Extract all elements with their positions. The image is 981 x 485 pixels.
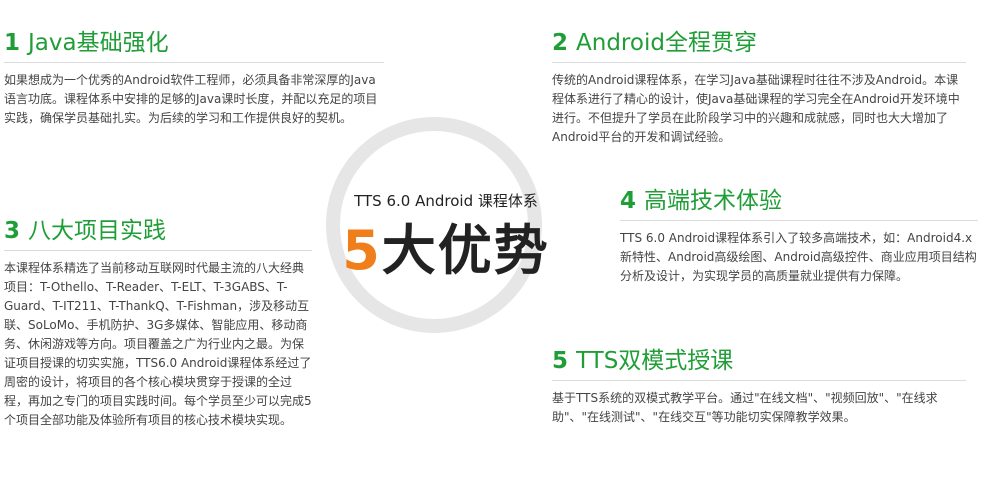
section-number: 2: [552, 30, 569, 56]
section-text: TTS 6.0 Android课程体系引入了较多高端技术，如：Android4.…: [620, 231, 977, 283]
section-title: Java基础强化: [28, 30, 169, 56]
section-text: 如果想成为一个优秀的Android软件工程师，必须具备非常深厚的Java语言功底…: [4, 73, 378, 125]
section-android-throughout: 2 Android全程贯穿 传统的Android课程体系，在学习Java基础课程时…: [552, 28, 966, 147]
section-java-basics: 1 Java基础强化 如果想成为一个优秀的Android软件工程师，必须具备非常深…: [4, 28, 384, 128]
section-advanced-tech: 4 高端技术体验 TTS 6.0 Android课程体系引入了较多高端技术，如：A…: [620, 186, 978, 286]
headline-text: 大优势: [381, 219, 550, 282]
section-title: Android全程贯穿: [576, 30, 757, 56]
section-title: 八大项目实践: [28, 218, 167, 244]
section-number: 4: [620, 188, 637, 214]
section-text: 本课程体系精选了当前移动互联网时代最主流的八大经典项目：T-Othello、T-…: [4, 261, 312, 427]
section-number: 1: [4, 30, 21, 56]
center-headline: 5大优势: [336, 218, 556, 284]
section-heading: 1 Java基础强化: [4, 28, 384, 63]
section-heading: 2 Android全程贯穿: [552, 28, 966, 63]
section-text: 传统的Android课程体系，在学习Java基础课程时往往不涉及Android。…: [552, 73, 960, 144]
section-heading: 3 八大项目实践: [4, 216, 312, 251]
section-eight-projects: 3 八大项目实践 本课程体系精选了当前移动互联网时代最主流的八大经典项目：T-Ot…: [4, 216, 312, 430]
section-dual-mode: 5 TTS双模式授课 基于TTS系统的双模式教学平台。通过"在线文档"、"视频回放…: [552, 346, 966, 427]
section-heading: 4 高端技术体验: [620, 186, 978, 221]
section-number: 5: [552, 348, 569, 374]
section-heading: 5 TTS双模式授课: [552, 346, 966, 381]
section-number: 3: [4, 218, 21, 244]
headline-number: 5: [342, 219, 382, 282]
center-subtitle: TTS 6.0 Android 课程体系: [354, 192, 538, 210]
section-title: 高端技术体验: [644, 188, 783, 214]
section-text: 基于TTS系统的双模式教学平台。通过"在线文档"、"视频回放"、"在线求助"、"…: [552, 391, 938, 424]
section-title: TTS双模式授课: [576, 348, 734, 374]
